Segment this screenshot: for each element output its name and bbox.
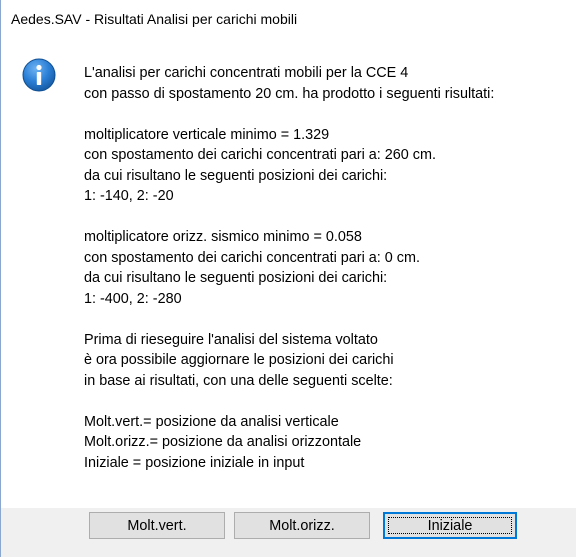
message-line: 1: -400, 2: -280 bbox=[84, 290, 182, 307]
message-line: 1: -140, 2: -20 bbox=[84, 188, 174, 204]
message-text: L'analisi per carichi concentrati mobili… bbox=[84, 63, 574, 494]
message-line: Iniziale = posizione iniziale in input bbox=[84, 454, 305, 471]
message-line: Molt.orizz.= posizione da analisi orizzo… bbox=[84, 434, 362, 450]
message-line: in base ai risultati, con una delle segu… bbox=[84, 372, 393, 389]
message-paragraph-seismic: moltiplicatore orizz. sismico minimo = 0… bbox=[84, 227, 574, 309]
message-line: moltiplicatore orizz. sismico minimo = 0… bbox=[84, 229, 362, 245]
message-line: con passo di spostamento 20 cm. ha prodo… bbox=[84, 85, 495, 102]
iniziale-button-label: Iniziale bbox=[427, 517, 473, 534]
message-line: da cui risultano le seguenti posizioni d… bbox=[84, 270, 388, 286]
button-bar: Molt.vert. Molt.orizz. Iniziale bbox=[1, 508, 576, 557]
message-line: moltiplicatore verticale minimo = 1.329 bbox=[84, 126, 330, 143]
window-title: Aedes.SAV - Risultati Analisi per carich… bbox=[11, 11, 298, 27]
message-paragraph-prompt: Prima di rieseguire l'analisi del sistem… bbox=[84, 330, 574, 392]
message-paragraph-vertical: moltiplicatore verticale minimo = 1.329 … bbox=[84, 125, 574, 207]
message-dialog: Aedes.SAV - Risultati Analisi per carich… bbox=[0, 0, 576, 557]
message-paragraph-intro: L'analisi per carichi concentrati mobili… bbox=[84, 63, 574, 104]
molt-vert-button-label: Molt.vert. bbox=[127, 517, 187, 534]
message-line: da cui risultano le seguenti posizioni d… bbox=[84, 167, 388, 184]
message-line: è ora possibile aggiornare le posizioni … bbox=[84, 352, 394, 368]
message-line: Prima di rieseguire l'analisi del sistem… bbox=[84, 331, 378, 348]
molt-vert-button[interactable]: Molt.vert. bbox=[89, 512, 225, 539]
information-icon bbox=[22, 58, 56, 92]
iniziale-button[interactable]: Iniziale bbox=[383, 512, 517, 539]
title-bar[interactable]: Aedes.SAV - Risultati Analisi per carich… bbox=[1, 0, 576, 38]
message-paragraph-options: Molt.vert.= posizione da analisi vertica… bbox=[84, 412, 574, 474]
dialog-content: L'analisi per carichi concentrati mobili… bbox=[1, 38, 576, 508]
message-line: con spostamento dei carichi concentrati … bbox=[84, 147, 436, 163]
message-line: L'analisi per carichi concentrati mobili… bbox=[84, 65, 409, 81]
molt-orizz-button-label: Molt.orizz. bbox=[269, 517, 335, 534]
message-line: Molt.vert.= posizione da analisi vertica… bbox=[84, 413, 339, 430]
message-line: con spostamento dei carichi concentrati … bbox=[84, 249, 420, 266]
molt-orizz-button[interactable]: Molt.orizz. bbox=[234, 512, 370, 539]
